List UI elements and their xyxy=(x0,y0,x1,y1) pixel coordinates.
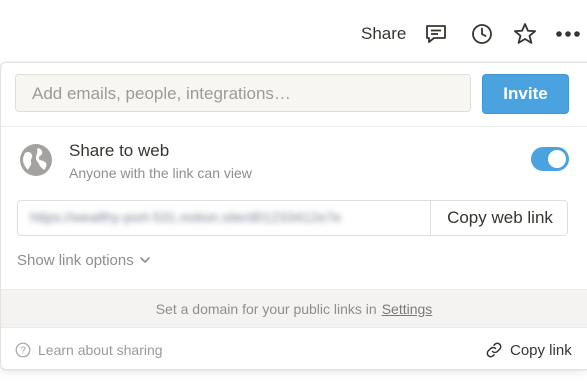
chevron-down-icon xyxy=(139,257,150,263)
toggle-knob xyxy=(548,150,566,168)
globe-icon xyxy=(20,144,52,176)
comment-icon[interactable] xyxy=(423,21,449,47)
domain-notice-text: Set a domain for your public links in xyxy=(155,300,377,317)
web-link-field: https://wealthy-port-531.notion.site/d01… xyxy=(17,200,568,236)
invite-email-input[interactable]: Add emails, people, integrations… xyxy=(15,74,471,112)
share-to-web-subtitle: Anyone with the link can view xyxy=(69,165,252,181)
copy-link-button[interactable]: Copy link xyxy=(485,341,572,359)
star-icon[interactable] xyxy=(512,21,538,47)
copy-link-label: Copy link xyxy=(510,341,572,359)
top-bar: Share xyxy=(0,0,587,62)
show-link-options-button[interactable]: Show link options xyxy=(17,252,150,269)
web-link-url[interactable]: https://wealthy-port-531.notion.site/d01… xyxy=(30,209,430,225)
link-icon xyxy=(486,342,502,358)
domain-notice-bar: Set a domain for your public links in Se… xyxy=(1,289,587,328)
invite-button[interactable]: Invite xyxy=(482,74,569,114)
clock-history-icon[interactable] xyxy=(469,21,495,47)
link-options-label: Show link options xyxy=(17,252,134,269)
svg-text:?: ? xyxy=(20,346,26,357)
share-to-web-title: Share to web xyxy=(69,141,170,160)
share-button[interactable]: Share xyxy=(361,24,406,44)
copy-web-link-button[interactable]: Copy web link xyxy=(430,201,567,235)
share-to-web-toggle[interactable] xyxy=(531,147,569,171)
share-popup: Add emails, people, integrations… Invite… xyxy=(0,62,587,370)
share-to-web-row: Share to web Anyone with the link can vi… xyxy=(19,141,571,183)
settings-link[interactable]: Settings xyxy=(382,301,433,317)
divider xyxy=(1,126,587,127)
learn-about-sharing-label: Learn about sharing xyxy=(38,342,163,358)
help-icon: ? xyxy=(15,342,31,358)
more-icon[interactable] xyxy=(555,21,581,47)
invite-row: Add emails, people, integrations… Invite xyxy=(15,74,569,114)
learn-about-sharing-link[interactable]: ? Learn about sharing xyxy=(15,342,163,358)
